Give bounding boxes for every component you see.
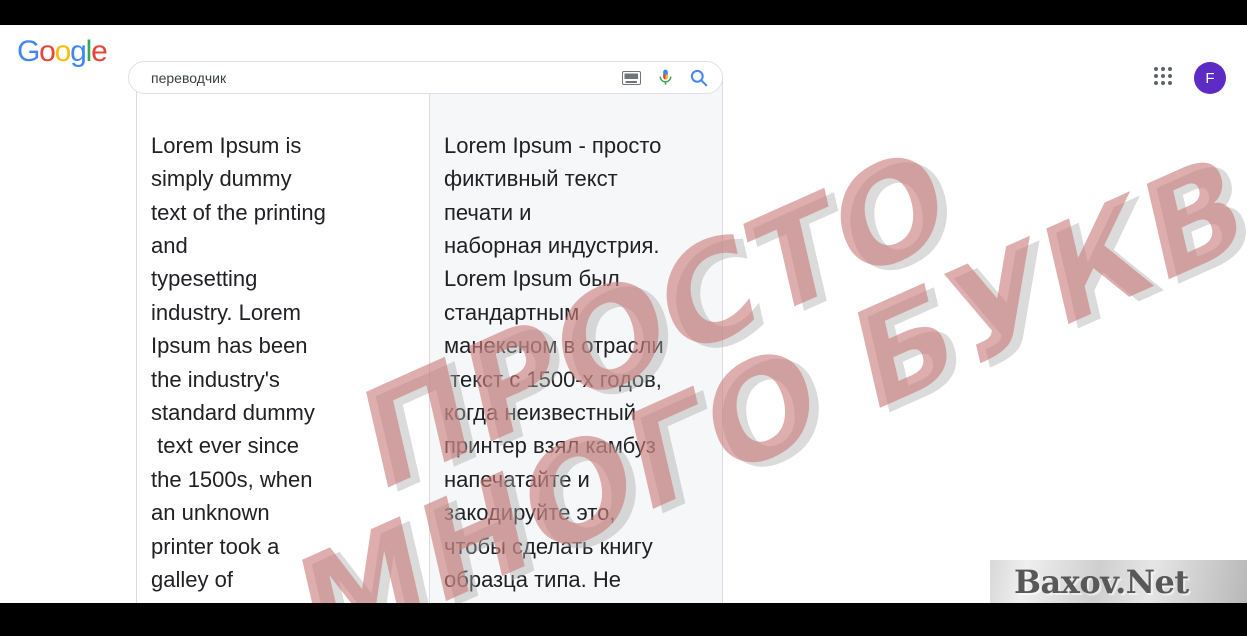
search-box[interactable]: переводчик — [128, 61, 723, 94]
browser-page: Lorem Ipsum is simply dummy text of the … — [0, 25, 1247, 603]
avatar[interactable]: F — [1194, 62, 1226, 94]
google-apps-grid-icon[interactable] — [1154, 67, 1176, 89]
search-icon[interactable] — [690, 69, 708, 92]
avatar-initial: F — [1205, 69, 1215, 87]
translate-source-text[interactable]: Lorem Ipsum is simply dummy text of the … — [151, 129, 417, 603]
logo-letter-o2: o — [54, 35, 72, 68]
logo-letter-o1: o — [39, 35, 56, 68]
site-badge-text: Baxov.Net — [1014, 563, 1189, 601]
logo-letter-g2: g — [70, 35, 87, 68]
translate-source-pane[interactable]: Lorem Ipsum is simply dummy text of the … — [136, 54, 430, 603]
microphone-icon[interactable] — [658, 68, 673, 93]
screenshot-root: Lorem Ipsum is simply dummy text of the … — [0, 0, 1247, 636]
site-badge: Baxov.Net — [990, 560, 1247, 603]
letterbox-bottom — [0, 603, 1247, 636]
google-logo[interactable]: Google — [17, 35, 108, 68]
search-box-icons — [622, 68, 708, 93]
translate-target-pane[interactable]: Lorem Ipsum - просто фиктивный текст печ… — [430, 54, 723, 603]
keyboard-icon[interactable] — [622, 71, 641, 90]
translate-panes: Lorem Ipsum is simply dummy text of the … — [136, 54, 723, 603]
letterbox-top — [0, 0, 1247, 25]
logo-letter-g1: G — [17, 35, 40, 68]
logo-letter-e: e — [91, 35, 108, 68]
google-header: Google переводчик F — [0, 25, 1247, 94]
search-input[interactable]: переводчик — [151, 70, 226, 87]
translate-target-text: Lorem Ipsum - просто фиктивный текст печ… — [444, 132, 664, 603]
